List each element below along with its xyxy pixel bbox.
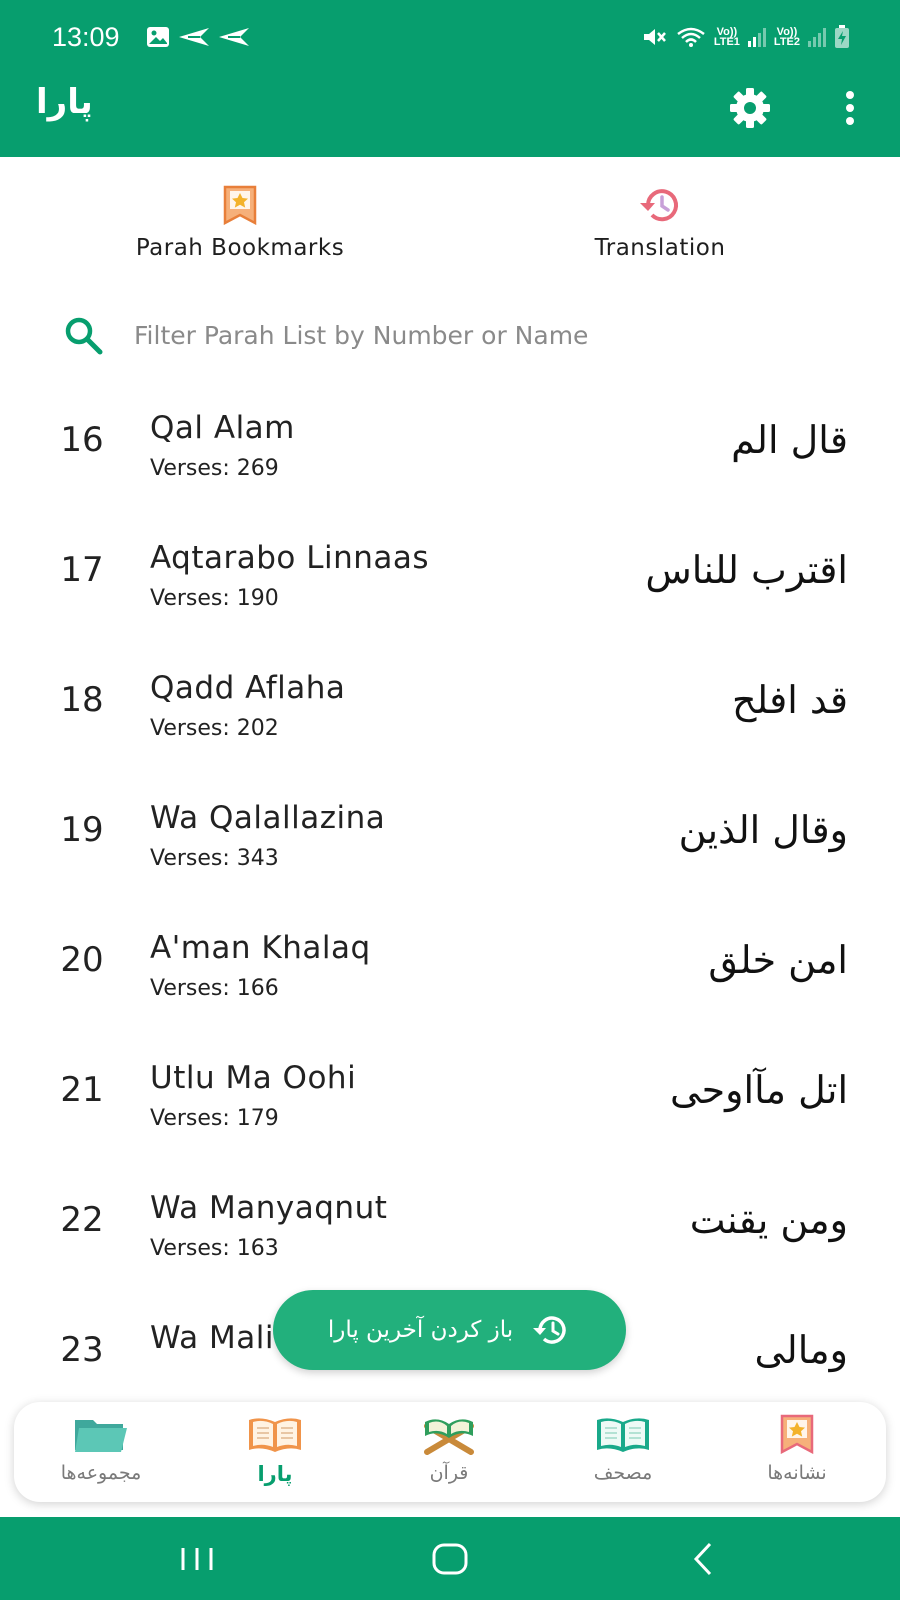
parah-name: Wa Mali — [150, 1320, 274, 1356]
recent-apps-button[interactable] — [167, 1537, 227, 1581]
parah-arabic-name: اقترب للناس — [645, 548, 848, 592]
battery-charging-icon — [835, 25, 849, 48]
sim2-label: Vo)) LTE2 — [773, 26, 800, 48]
signal-icon — [808, 27, 826, 47]
parah-verses: Verses: 190 — [150, 586, 279, 611]
bookmark-star-icon — [223, 185, 257, 225]
nav-item-quran[interactable]: قرآن — [362, 1412, 536, 1496]
signal-icon — [747, 27, 766, 47]
list-item[interactable]: 22 Wa Manyaqnut Verses: 163 ومن يقنت — [0, 1172, 900, 1302]
app-bar: پارا — [0, 58, 900, 157]
parah-name: Qal Alam — [150, 410, 295, 446]
page-title: پارا — [36, 82, 93, 122]
sim1-label: Vo)) LTE1 — [713, 26, 740, 48]
nav-item-collections[interactable]: مجموعه‌ها — [14, 1412, 188, 1496]
parah-verses: Verses: 202 — [150, 716, 279, 741]
mute-icon — [643, 29, 666, 45]
bookmark-star-icon — [780, 1414, 814, 1454]
parah-number: 20 — [60, 940, 104, 980]
parah-arabic-name: امن خلق — [708, 938, 848, 982]
search-icon — [65, 317, 103, 355]
parah-arabic-name: قال الم — [731, 418, 848, 462]
status-bar: 13:09 Vo)) LTE1 Vo)) LTE2 — [0, 0, 900, 58]
nav-label: نشانه‌ها — [767, 1462, 827, 1484]
parah-number: 17 — [60, 550, 104, 590]
open-book-icon — [249, 1418, 301, 1452]
history-icon — [640, 189, 678, 222]
search-bar — [0, 300, 900, 370]
nav-label: پارا — [257, 1462, 293, 1486]
parah-number: 16 — [60, 420, 104, 460]
parah-verses: Verses: 269 — [150, 456, 279, 481]
status-notification-icons — [146, 26, 250, 48]
nav-label: مجموعه‌ها — [60, 1462, 142, 1484]
nav-item-bookmarks[interactable]: نشانه‌ها — [710, 1412, 884, 1496]
home-icon — [432, 1543, 468, 1575]
bottom-navigation: مجموعه‌ها پارا قرآن — [14, 1402, 886, 1502]
parah-arabic-name: اتل مآاوحی — [670, 1068, 848, 1112]
parah-verses: Verses: 343 — [150, 846, 279, 871]
list-item[interactable]: 19 Wa Qalallazina Verses: 343 وقال الذين — [0, 782, 900, 912]
recent-apps-icon — [181, 1548, 213, 1570]
search-input[interactable] — [134, 310, 834, 360]
parah-arabic-name: ومالی — [754, 1328, 848, 1372]
back-button[interactable] — [673, 1537, 733, 1581]
parah-name: Aqtarabo Linnaas — [150, 540, 430, 576]
list-item[interactable]: 18 Qadd Aflaha Verses: 202 قد افلح — [0, 652, 900, 782]
settings-button[interactable] — [726, 84, 774, 132]
parah-name: Wa Qalallazina — [150, 800, 386, 836]
system-navigation-bar — [0, 1517, 900, 1600]
more-vertical-icon — [846, 91, 854, 125]
nav-label: قرآن — [429, 1462, 469, 1484]
quran-stand-icon — [424, 1419, 474, 1455]
back-icon — [693, 1542, 712, 1576]
parah-arabic-name: وقال الذين — [678, 808, 848, 852]
open-last-parah-button[interactable]: باز کردن آخرین پارا — [273, 1290, 626, 1370]
parah-name: Utlu Ma Oohi — [150, 1060, 357, 1096]
folder-icon — [75, 1420, 127, 1452]
history-icon — [533, 1316, 566, 1344]
parah-number: 22 — [60, 1200, 104, 1240]
parah-number: 23 — [60, 1330, 104, 1370]
parah-bookmarks-label: Parah Bookmarks — [135, 235, 345, 261]
parah-list: 16 Qal Alam Verses: 269 قال الم 17 Aqtar… — [0, 392, 900, 1402]
more-options-button[interactable] — [830, 84, 870, 132]
send-icon — [179, 28, 209, 46]
parah-name: Qadd Aflaha — [150, 670, 346, 706]
parah-arabic-name: ومن يقنت — [689, 1198, 848, 1242]
translation-button[interactable]: Translation — [560, 185, 760, 261]
status-system-icons: Vo)) LTE1 Vo)) LTE2 — [642, 25, 850, 49]
list-item[interactable]: 16 Qal Alam Verses: 269 قال الم — [0, 392, 900, 522]
parah-arabic-name: قد افلح — [731, 678, 848, 722]
nav-item-mushaf[interactable]: مصحف — [536, 1412, 710, 1496]
nav-label: مصحف — [593, 1462, 653, 1484]
wifi-icon — [677, 27, 705, 47]
parah-verses: Verses: 163 — [150, 1236, 279, 1261]
status-time: 13:09 — [52, 22, 120, 52]
list-item[interactable]: 21 Utlu Ma Oohi Verses: 179 اتل مآاوحی — [0, 1042, 900, 1172]
open-book-icon — [597, 1418, 649, 1452]
image-icon — [147, 27, 169, 47]
nav-item-parah[interactable]: پارا — [188, 1412, 362, 1496]
translation-label: Translation — [594, 235, 726, 261]
parah-number: 18 — [60, 680, 104, 720]
parah-name: A'man Khalaq — [150, 930, 371, 966]
home-button[interactable] — [420, 1537, 480, 1581]
gear-icon — [730, 88, 770, 128]
parah-number: 21 — [60, 1070, 104, 1110]
parah-bookmarks-button[interactable]: Parah Bookmarks — [100, 185, 380, 261]
parah-verses: Verses: 179 — [150, 1106, 279, 1131]
parah-verses: Verses: 166 — [150, 976, 279, 1001]
list-item[interactable]: 17 Aqtarabo Linnaas Verses: 190 اقترب لل… — [0, 522, 900, 652]
parah-number: 19 — [60, 810, 104, 850]
parah-name: Wa Manyaqnut — [150, 1190, 388, 1226]
send-icon — [219, 28, 249, 46]
list-item[interactable]: 20 A'man Khalaq Verses: 166 امن خلق — [0, 912, 900, 1042]
open-last-parah-label: باز کردن آخرین پارا — [327, 1317, 514, 1343]
